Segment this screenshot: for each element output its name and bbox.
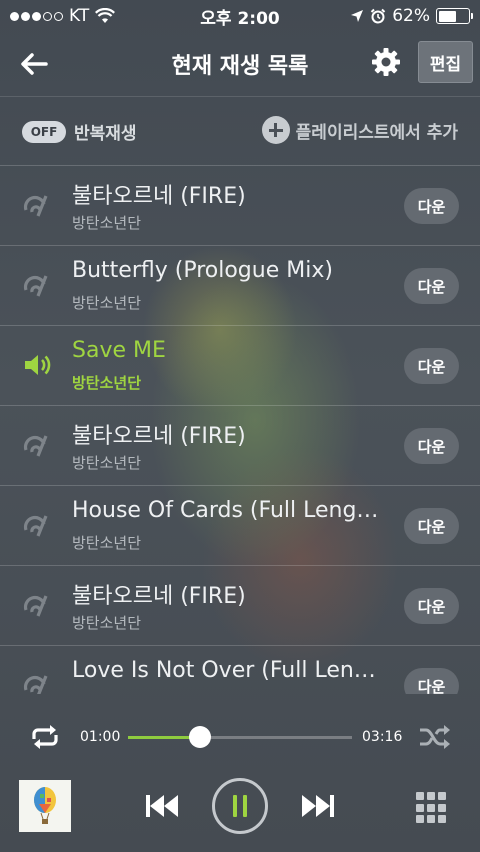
- playlist-row[interactable]: Save ME 방탄소년단 다운: [0, 326, 480, 406]
- pause-icon: [233, 795, 237, 817]
- playlist-row[interactable]: 불타오르네 (FIRE) 방탄소년단 다운: [0, 566, 480, 646]
- location-arrow-icon: [351, 10, 364, 22]
- playlist-controls: OFF 반복재생 플레이리스트에서 추가: [0, 96, 480, 166]
- track-artist: 방탄소년단: [72, 294, 142, 312]
- repeat-toggle[interactable]: OFF 반복재생: [22, 119, 137, 144]
- back-arrow-icon[interactable]: [18, 48, 50, 80]
- seek-knob[interactable]: [188, 726, 211, 748]
- signal-strength: [10, 11, 63, 21]
- wifi-icon: [95, 8, 116, 23]
- track-title: Butterfly (Prologue Mix): [72, 258, 333, 283]
- battery-fill: [438, 10, 457, 22]
- playlist-row[interactable]: Love Is Not Over (Full Len… 방탄소년단 다운: [0, 646, 480, 694]
- current-time: 01:00: [80, 729, 121, 745]
- track-title: Love Is Not Over (Full Len…: [72, 658, 376, 683]
- playlist-row[interactable]: House Of Cards (Full Leng… 방탄소년단 다운: [0, 486, 480, 566]
- plus-circle-icon: [261, 116, 290, 144]
- edit-button[interactable]: 편집: [418, 41, 473, 83]
- track-artist: 방탄소년단: [72, 374, 142, 392]
- repeat-toggle-switch[interactable]: OFF: [22, 120, 66, 143]
- page-title: 현재 재생 목록: [171, 54, 309, 79]
- drag-handle-icon[interactable]: [22, 190, 52, 220]
- add-from-playlist-label: 플레이리스트에서 추가: [295, 122, 458, 143]
- hot-air-balloon-art: [19, 780, 71, 832]
- player-controls: [0, 770, 480, 852]
- download-button[interactable]: 다운: [404, 348, 459, 384]
- seek-bar[interactable]: [128, 726, 352, 748]
- add-from-playlist-button[interactable]: 플레이리스트에서 추가: [261, 116, 458, 144]
- next-track-icon[interactable]: [298, 788, 338, 824]
- status-time: 오후 2:00: [200, 8, 280, 29]
- track-artist: 방탄소년단: [72, 692, 141, 694]
- download-button[interactable]: 다운: [404, 268, 459, 304]
- repeat-icon[interactable]: [28, 722, 62, 752]
- drag-handle-icon[interactable]: [22, 510, 52, 540]
- album-thumbnail[interactable]: [19, 780, 71, 832]
- grid-menu-icon[interactable]: [416, 792, 448, 824]
- header: 현재 재생 목록 편집: [0, 32, 480, 96]
- battery-percent: 62%: [392, 6, 430, 26]
- repeat-label: 반복재생: [74, 124, 137, 144]
- drag-handle-icon[interactable]: [22, 670, 52, 694]
- track-title: 불타오르네 (FIRE): [72, 424, 246, 449]
- previous-track-icon[interactable]: [142, 788, 182, 824]
- carrier-name: KT: [69, 6, 90, 26]
- track-title: 불타오르네 (FIRE): [72, 584, 246, 609]
- gear-icon[interactable]: [370, 46, 402, 78]
- shuffle-icon[interactable]: [418, 723, 452, 751]
- speaker-icon: [22, 350, 52, 380]
- track-artist: 방탄소년단: [72, 454, 142, 472]
- status-bar: KT 오후 2:00 62%: [0, 0, 480, 32]
- drag-handle-icon[interactable]: [22, 590, 52, 620]
- download-button[interactable]: 다운: [404, 668, 459, 694]
- playlist-row[interactable]: Butterfly (Prologue Mix) 방탄소년단 다운: [0, 246, 480, 326]
- battery-icon: [436, 8, 473, 24]
- track-artist: 방탄소년단: [72, 534, 142, 552]
- drag-handle-icon[interactable]: [22, 430, 52, 460]
- playlist-row[interactable]: 불타오르네 (FIRE) 방탄소년단 다운: [0, 406, 480, 486]
- playlist: 불타오르네 (FIRE) 방탄소년단 다운 Butterfly (Prologue M…: [0, 166, 480, 694]
- download-button[interactable]: 다운: [404, 588, 459, 624]
- alarm-icon: [370, 8, 386, 24]
- pause-button[interactable]: [212, 778, 268, 834]
- track-artist: 방탄소년단: [72, 614, 142, 632]
- download-button[interactable]: 다운: [404, 188, 459, 224]
- download-button[interactable]: 다운: [404, 508, 459, 544]
- track-artist: 방탄소년단: [72, 214, 142, 232]
- drag-handle-icon[interactable]: [22, 270, 52, 300]
- download-button[interactable]: 다운: [404, 428, 459, 464]
- track-title: House Of Cards (Full Leng…: [72, 498, 379, 523]
- track-title: Save ME: [72, 338, 166, 363]
- playback-progress: 01:00 03:16: [0, 714, 480, 760]
- track-title: 불타오르네 (FIRE): [72, 184, 246, 209]
- playlist-row[interactable]: 불타오르네 (FIRE) 방탄소년단 다운: [0, 166, 480, 246]
- total-time: 03:16: [362, 729, 403, 745]
